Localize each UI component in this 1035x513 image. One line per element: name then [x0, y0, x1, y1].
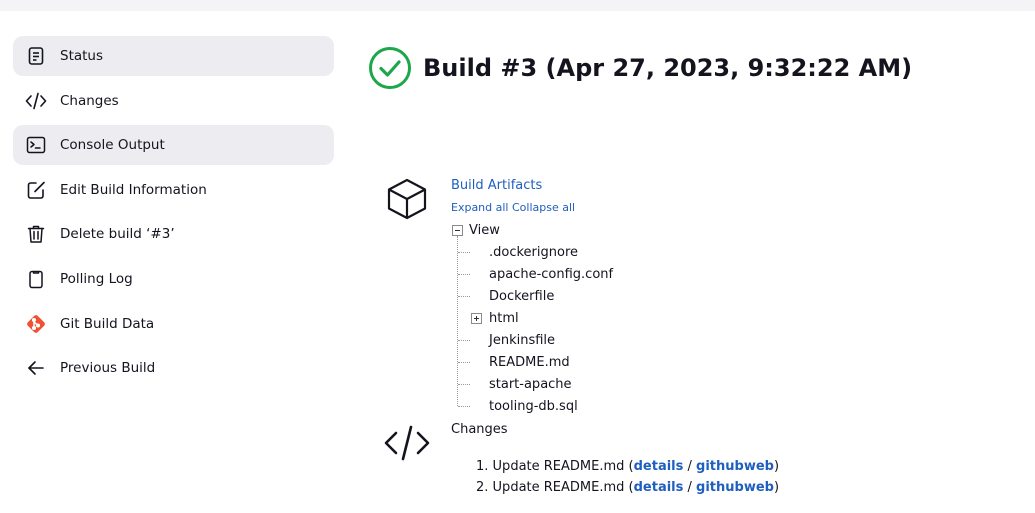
- sidebar-item-previous-build[interactable]: Previous Build: [13, 348, 334, 388]
- artifact-link[interactable]: Jenkinsfile: [489, 333, 555, 348]
- expand-toggle[interactable]: [471, 312, 482, 324]
- tree-guide-line: [457, 236, 458, 406]
- details-link[interactable]: details: [634, 480, 684, 495]
- expand-all-link[interactable]: Expand all: [451, 201, 509, 214]
- githubweb-link[interactable]: githubweb: [696, 480, 774, 495]
- tree-connector: [458, 252, 470, 253]
- tree-connector: [458, 296, 470, 297]
- sidebar-item-git-build-data[interactable]: Git Build Data: [13, 304, 334, 344]
- sidebar-item-label: Delete build ‘#3’: [60, 226, 175, 243]
- git-icon: [25, 313, 47, 335]
- code-icon: [384, 425, 430, 461]
- folder-label[interactable]: html: [489, 311, 519, 326]
- terminal-icon: [25, 134, 47, 156]
- document-icon: [25, 45, 47, 67]
- sidebar-item-delete-build[interactable]: Delete build ‘#3’: [13, 214, 334, 254]
- change-item: 1. Update README.md (details / githubweb…: [476, 459, 780, 474]
- edit-icon: [25, 179, 47, 201]
- artifact-link[interactable]: README.md: [489, 355, 570, 370]
- changes-heading: Changes: [451, 422, 508, 437]
- sidebar-item-label: Git Build Data: [60, 315, 155, 332]
- page-title: Build #3 (Apr 27, 2023, 9:32:22 AM): [423, 54, 913, 82]
- change-item: 2. Update README.md (details / githubweb…: [476, 480, 780, 495]
- artifact-link[interactable]: .dockerignore: [489, 245, 578, 260]
- tree-connector: [458, 340, 470, 341]
- details-link[interactable]: details: [634, 459, 684, 474]
- tree-connector: [458, 362, 470, 363]
- tree-file-jenkinsfile: Jenkinsfile: [489, 329, 555, 351]
- tree-file-apache-config: apache-config.conf: [489, 263, 613, 285]
- success-check-icon: [369, 47, 411, 89]
- tree-file-start-apache: start-apache: [489, 373, 572, 395]
- tree-root-label: View: [469, 222, 500, 238]
- tree-folder-html: html: [471, 307, 519, 329]
- sidebar-item-label: Changes: [60, 92, 119, 109]
- collapse-toggle[interactable]: [452, 224, 463, 236]
- tree-root-row: View: [452, 219, 500, 241]
- change-number: 2.: [476, 480, 489, 495]
- sidebar-item-label: Console Output: [60, 137, 165, 154]
- sidebar-item-polling-log[interactable]: Polling Log: [13, 259, 334, 299]
- sidebar-item-label: Status: [60, 48, 104, 64]
- tree-file-readme: README.md: [489, 351, 570, 373]
- sidebar-item-label: Previous Build: [60, 360, 156, 377]
- clipboard-icon: [25, 268, 47, 290]
- sidebar-item-status[interactable]: Status: [13, 36, 334, 76]
- package-icon: [387, 178, 427, 220]
- page-header: Build #3 (Apr 27, 2023, 9:32:22 AM): [368, 46, 912, 90]
- tree-file-dockerfile: Dockerfile: [489, 285, 554, 307]
- changes-list: 1. Update README.md (details / githubweb…: [476, 456, 779, 498]
- tree-connector: [458, 274, 470, 275]
- githubweb-link[interactable]: githubweb: [696, 459, 774, 474]
- sidebar-item-label: Polling Log: [60, 270, 133, 287]
- tree-file-tooling-db: tooling-db.sql: [489, 395, 578, 417]
- trash-icon: [25, 223, 47, 245]
- artifact-link[interactable]: start-apache: [489, 377, 572, 392]
- tree-connector: [458, 384, 470, 385]
- top-bar: [0, 0, 1035, 11]
- sidebar-item-changes[interactable]: Changes: [13, 81, 334, 121]
- change-number: 1.: [476, 459, 489, 474]
- sidebar-item-edit-build-information[interactable]: Edit Build Information: [13, 170, 334, 210]
- artifact-tree-controls: Expand all Collapse all: [451, 201, 575, 214]
- tree-file-dockerignore: .dockerignore: [489, 241, 578, 263]
- artifact-link[interactable]: apache-config.conf: [489, 267, 613, 282]
- sidebar-item-console-output[interactable]: Console Output: [13, 125, 334, 166]
- collapse-all-link[interactable]: Collapse all: [512, 201, 575, 214]
- change-text: Update README.md: [492, 480, 625, 495]
- change-text: Update README.md: [492, 459, 625, 474]
- artifact-link[interactable]: tooling-db.sql: [489, 399, 578, 414]
- artifact-link[interactable]: Dockerfile: [489, 289, 554, 304]
- code-icon: [25, 90, 47, 112]
- arrow-left-icon: [25, 357, 47, 379]
- sidebar: Status Changes Console Output Edit Build…: [13, 36, 334, 393]
- tree-connector: [458, 406, 470, 407]
- sidebar-item-label: Edit Build Information: [60, 181, 207, 198]
- build-artifacts-link[interactable]: Build Artifacts: [451, 178, 542, 193]
